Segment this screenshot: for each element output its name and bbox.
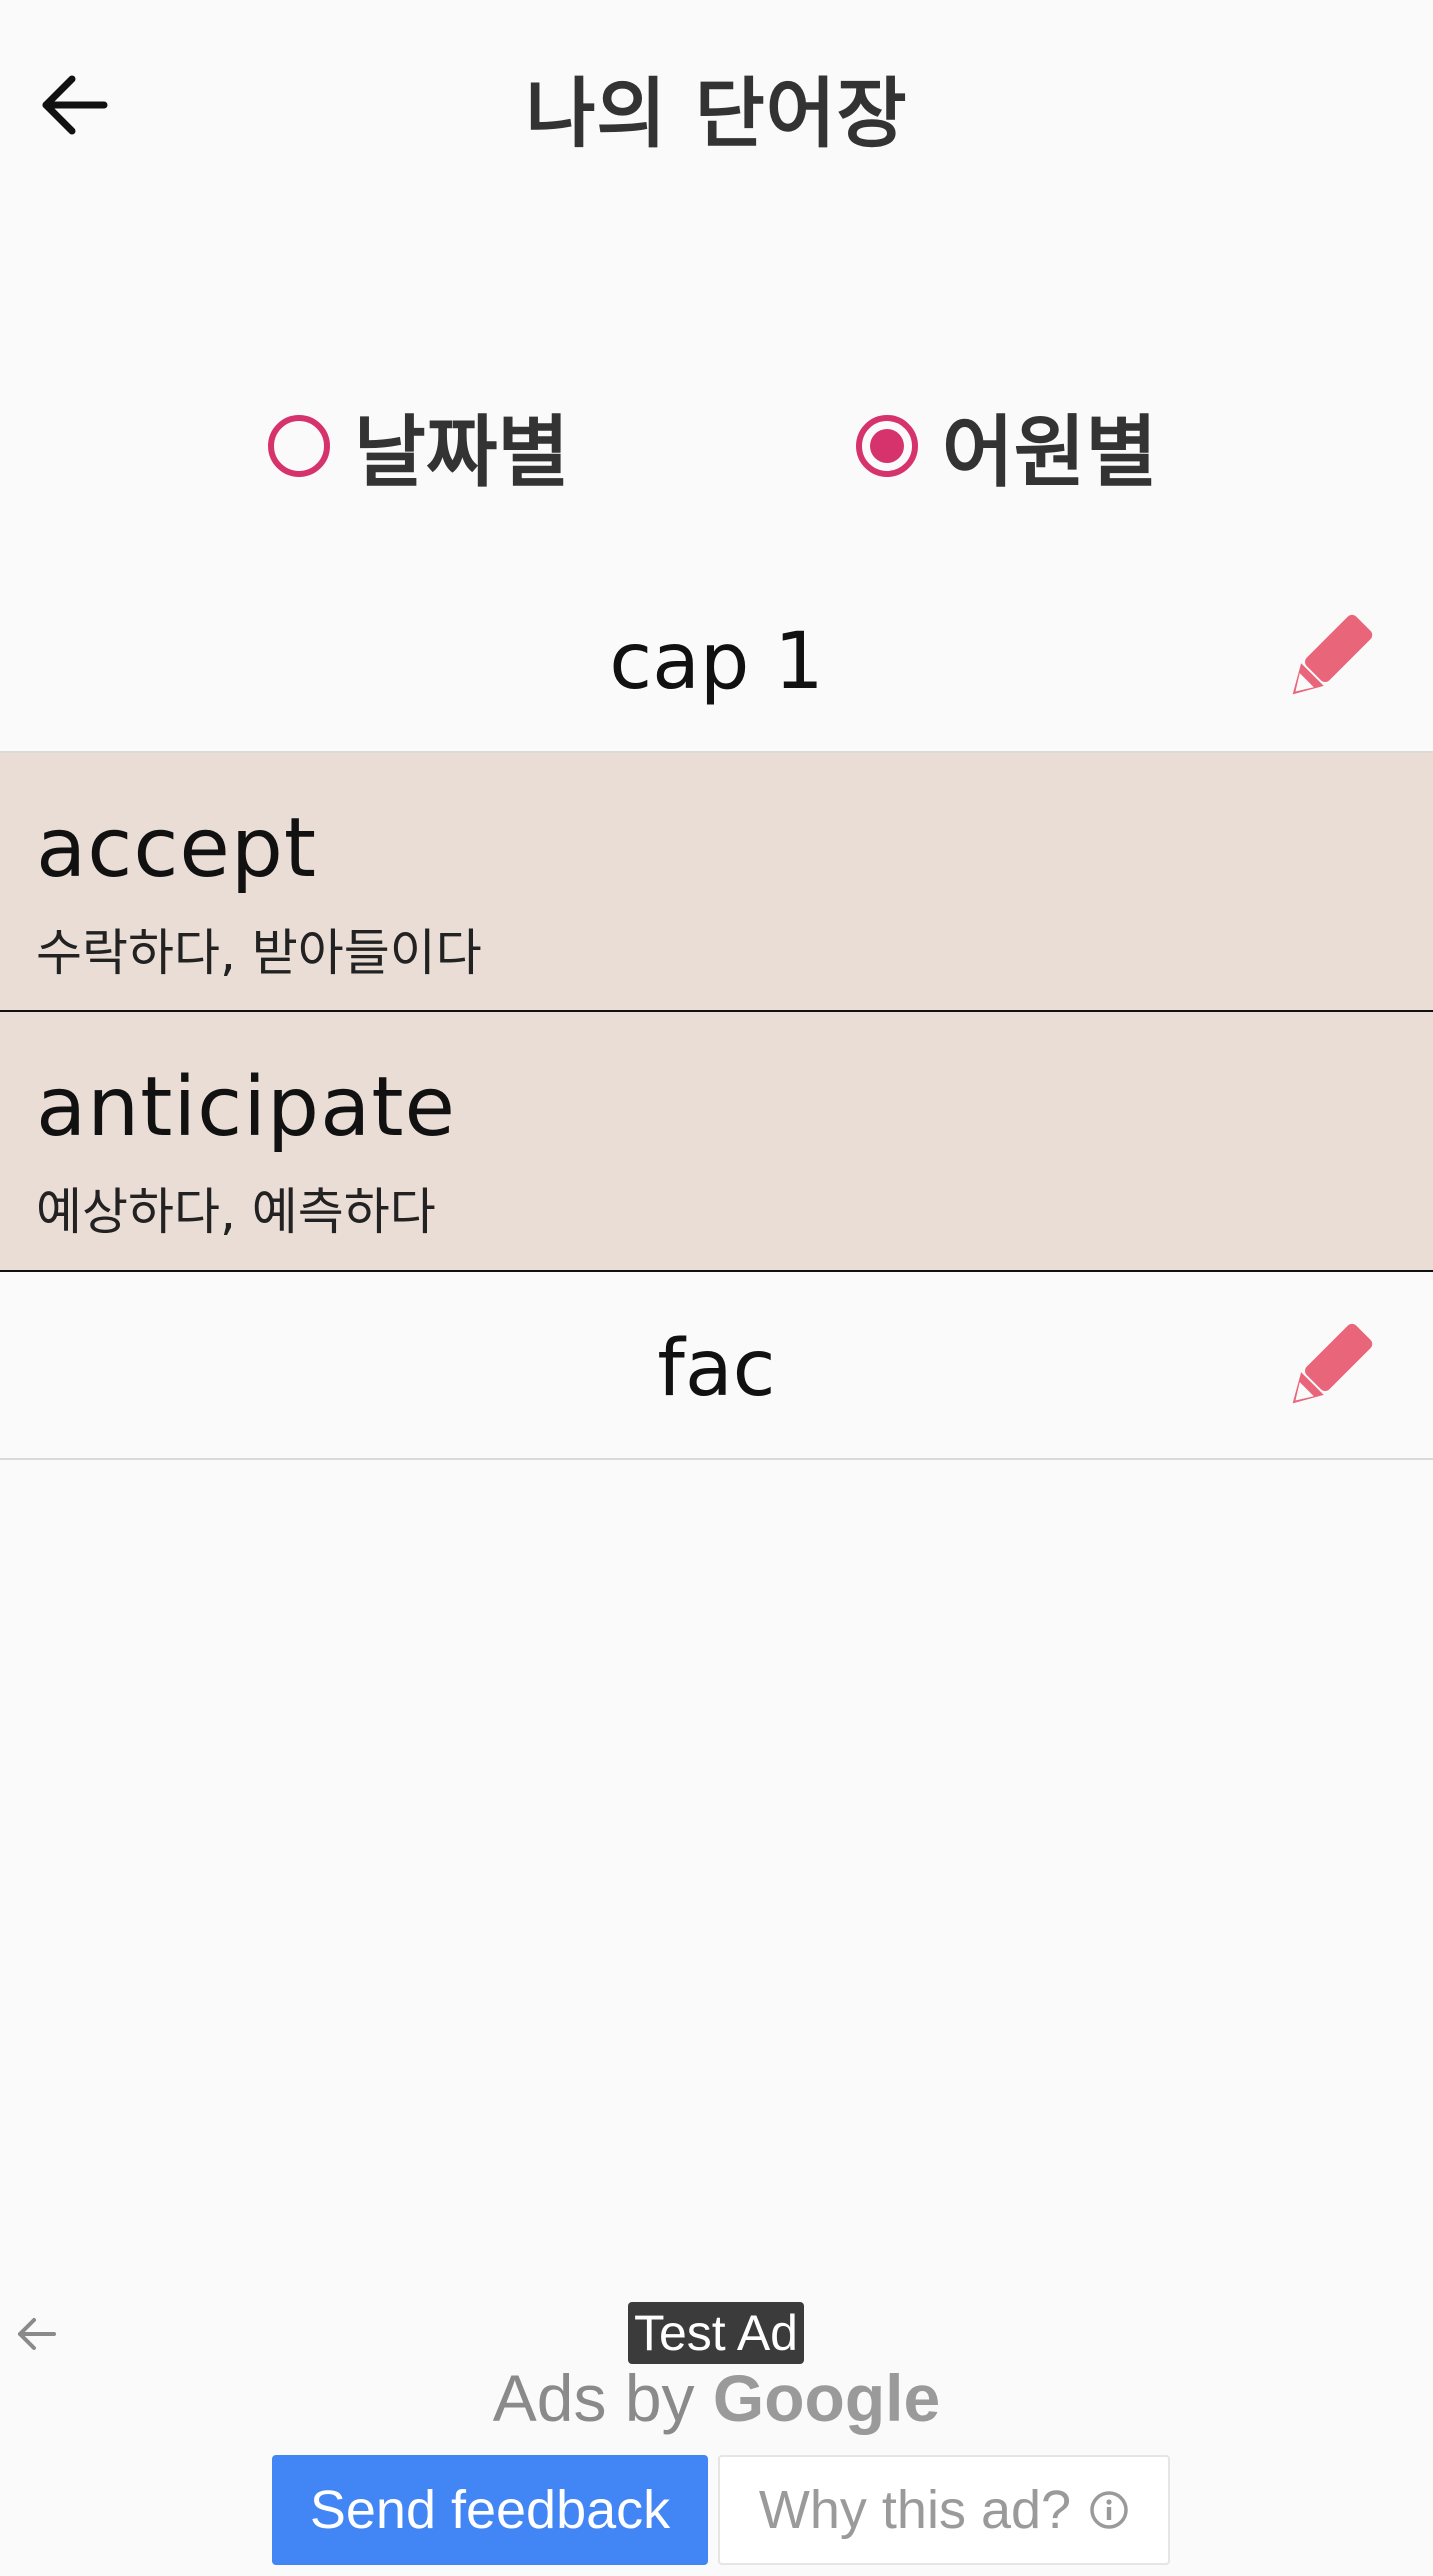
group-title: fac	[657, 1324, 776, 1414]
group-header-fac[interactable]: fac	[0, 1272, 1433, 1460]
ads-by-label: Ads by	[492, 2361, 695, 2435]
ad-banner: Test Ad Ads by Google Send feedback Why …	[0, 2290, 1433, 2576]
test-ad-badge: Test Ad	[628, 2302, 804, 2364]
list-item[interactable]: accept 수락하다, 받아들이다	[0, 753, 1433, 1011]
arrow-left-icon	[18, 2318, 56, 2350]
word-meaning: 예상하다, 예측하다	[36, 1183, 436, 1241]
group-header-cap-1[interactable]: cap 1	[0, 565, 1433, 753]
sort-by-etymology-label: 어원별	[942, 408, 1158, 498]
edit-group-button[interactable]	[1283, 1318, 1373, 1418]
why-this-ad-button[interactable]: Why this ad?	[718, 2455, 1170, 2565]
page-title: 나의 단어장	[525, 69, 908, 158]
edit-group-button[interactable]	[1283, 609, 1373, 709]
sort-by-date-radio[interactable]: 날짜별	[268, 390, 569, 502]
word-text: accept	[36, 801, 318, 896]
list-item[interactable]: anticipate 예상하다, 예측하다	[0, 1012, 1433, 1270]
radio-unselected-icon	[268, 415, 330, 477]
sort-radio-group: 날짜별 어원별	[0, 390, 1433, 498]
pencil-icon	[1292, 1323, 1373, 1404]
send-feedback-button[interactable]: Send feedback	[272, 2455, 708, 2565]
radio-selected-icon	[856, 415, 918, 477]
app-bar: 나의 단어장	[0, 0, 1433, 210]
sort-by-etymology-radio[interactable]: 어원별	[856, 390, 1157, 502]
word-meaning: 수락하다, 받아들이다	[36, 924, 482, 982]
google-logo: Google	[712, 2361, 941, 2435]
info-icon	[1090, 2491, 1128, 2529]
pencil-icon	[1292, 614, 1373, 695]
sort-by-date-label: 날짜별	[354, 408, 570, 498]
group-title: cap 1	[609, 617, 824, 707]
why-this-ad-label: Why this ad?	[758, 2480, 1072, 2540]
word-text: anticipate	[36, 1060, 456, 1155]
ads-by-google: Ads by Google	[0, 2360, 1433, 2436]
ad-back-button[interactable]	[14, 2312, 58, 2356]
radio-dot	[870, 429, 904, 463]
